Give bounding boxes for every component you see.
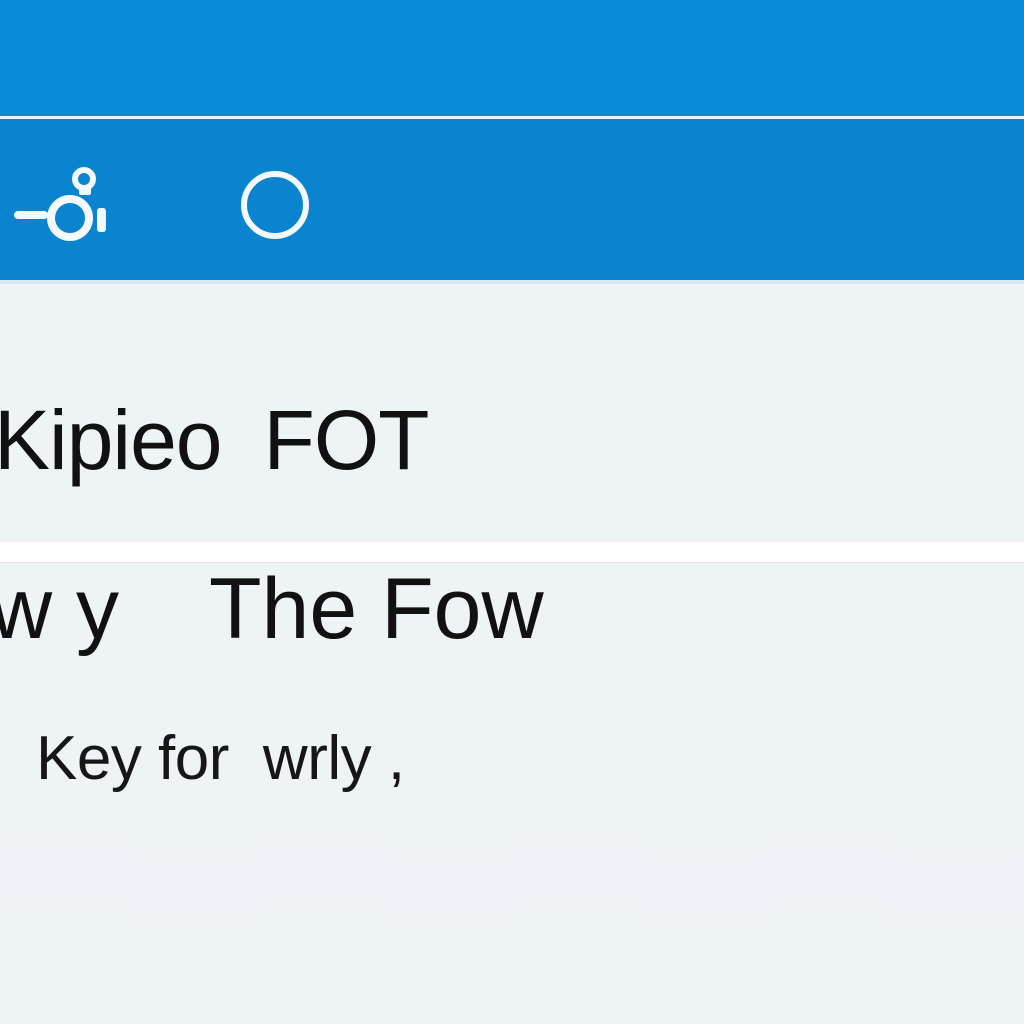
list-item-right-text: wrly , <box>262 724 405 793</box>
list-item-left-text: w y <box>0 561 119 657</box>
list-item: Kipieo FOT <box>0 368 1024 488</box>
list-item: Key for wrly , <box>0 720 1024 810</box>
app-window: Kipieo FOT w y The Fow Key for wrly , <box>0 0 1024 1024</box>
list-item-left-text: Kipieo <box>0 393 223 487</box>
list-item-label[interactable]: w y The Fow <box>0 562 544 657</box>
row-separator <box>0 542 1024 562</box>
list-item-right-text: FOT <box>263 393 430 487</box>
list-item: w y The Fow <box>0 562 1024 670</box>
list-item-right-text: The Fow <box>209 561 544 657</box>
account-key-icon <box>14 167 106 241</box>
list-item-label[interactable]: Key for wrly , <box>36 728 405 790</box>
toolbar-actions-strip <box>0 119 1024 280</box>
circle-icon <box>241 171 309 239</box>
account-key-button[interactable] <box>12 164 112 248</box>
list-item-label[interactable]: Kipieo FOT <box>0 398 429 482</box>
toolbar-header-strip <box>0 0 1024 116</box>
list-item-left-text: Key for <box>36 724 229 793</box>
content-area: Kipieo FOT w y The Fow Key for wrly , <box>0 284 1024 1024</box>
toolbar <box>0 0 1024 284</box>
circle-button[interactable] <box>236 166 314 244</box>
